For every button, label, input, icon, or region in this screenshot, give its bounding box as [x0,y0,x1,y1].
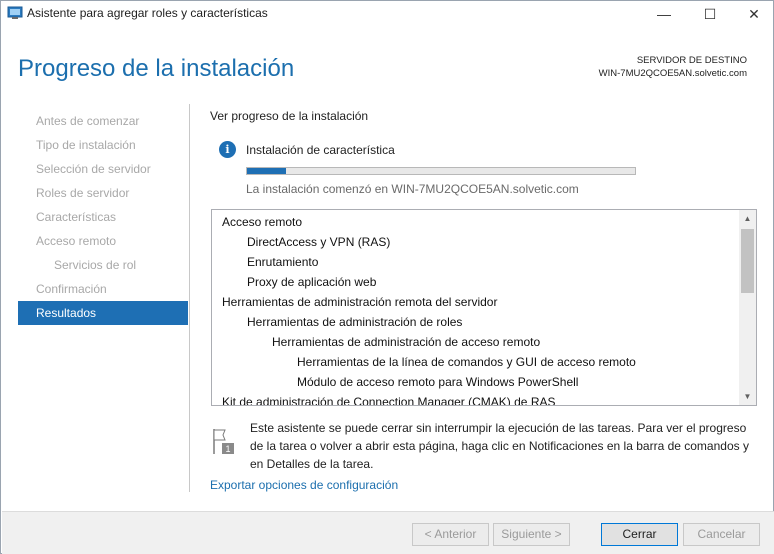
scroll-up-icon[interactable]: ▲ [739,210,756,227]
feature-item-powershell: Módulo de acceso remoto para Windows Pow… [297,375,579,389]
export-configuration-link[interactable]: Exportar opciones de configuración [210,478,398,492]
feature-item-acceso-remoto: Acceso remoto [222,215,303,229]
feature-item-enrutamiento: Enrutamiento [247,255,319,269]
feature-item-directaccess: DirectAccess y VPN (RAS) [247,235,391,249]
progress-fill [247,168,286,174]
nav-item-roles-de-servidor[interactable]: Roles de servidor [18,181,188,205]
previous-button[interactable]: < Anterior [412,523,489,546]
notification-flag-icon: 1 [213,429,234,454]
cancel-button[interactable]: Cancelar [683,523,760,546]
close-button[interactable]: Cerrar [601,523,678,546]
close-window-button[interactable]: ✕ [731,1,774,27]
wizard-window: Asistente para agregar roles y caracterí… [0,0,774,554]
scroll-down-icon[interactable]: ▼ [739,388,756,405]
status-text: Instalación de característica [246,143,395,157]
title-bar: Asistente para agregar roles y caracterí… [1,1,773,27]
page-title: Progreso de la instalación [18,55,295,82]
wizard-app-icon [7,6,23,19]
wizard-steps-nav: Antes de comenzar Tipo de instalación Se… [18,109,188,325]
next-button[interactable]: Siguiente > [493,523,570,546]
maximize-button[interactable]: ☐ [687,1,733,27]
features-list-content: Acceso remoto DirectAccess y VPN (RAS) E… [212,210,738,406]
feature-item-proxy: Proxy de aplicación web [247,275,377,289]
svg-text:1: 1 [225,444,230,454]
nav-item-confirmacion[interactable]: Confirmación [18,277,188,301]
feature-item-herramientas-remotas: Herramientas de administración remota de… [222,295,498,309]
feature-item-linea-comandos-gui: Herramientas de la línea de comandos y G… [297,355,636,369]
list-scrollbar[interactable]: ▲ ▼ [739,210,756,405]
nav-item-servicios-de-rol[interactable]: Servicios de rol [18,253,188,277]
nav-item-acceso-remoto[interactable]: Acceso remoto [18,229,188,253]
nav-divider [189,104,190,492]
nav-item-antes-de-comenzar[interactable]: Antes de comenzar [18,109,188,133]
nav-item-seleccion-de-servidor[interactable]: Selección de servidor [18,157,188,181]
feature-item-cmak: Kit de administración de Connection Mana… [222,395,556,406]
destination-server-name: WIN-7MU2QCOE5AN.solvetic.com [598,68,747,79]
feature-item-herramientas-roles: Herramientas de administración de roles [247,315,463,329]
features-list[interactable]: Acceso remoto DirectAccess y VPN (RAS) E… [211,209,757,406]
info-icon: i [219,141,236,158]
minimize-button[interactable]: — [641,1,687,27]
destination-server-label: SERVIDOR DE DESTINO [636,55,747,66]
nav-item-tipo-de-instalacion[interactable]: Tipo de instalación [18,133,188,157]
wizard-note: Este asistente se puede cerrar sin inter… [250,421,749,471]
window-title: Asistente para agregar roles y caracterí… [27,6,268,20]
feature-item-herramientas-acceso-remoto: Herramientas de administración de acceso… [272,335,541,349]
wizard-footer: < Anterior Siguiente > Cerrar Cancelar [2,511,774,554]
nav-item-resultados[interactable]: Resultados [18,301,188,325]
installation-progress-bar [246,167,636,175]
nav-item-caracteristicas[interactable]: Características [18,205,188,229]
scroll-thumb[interactable] [741,229,754,293]
section-title: Ver progreso de la instalación [210,109,369,123]
installation-start-text: La instalación comenzó en WIN-7MU2QCOE5A… [246,182,579,196]
